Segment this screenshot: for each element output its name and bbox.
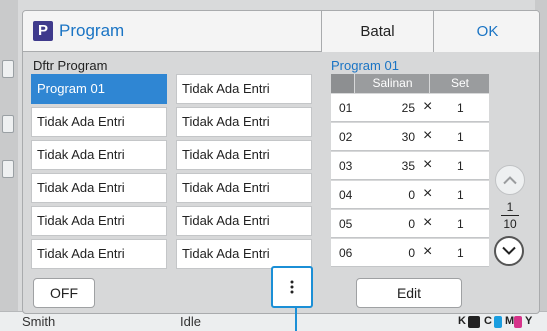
row-copies: 0 [408,188,415,202]
row-sets: 1 [457,101,464,115]
callout-pointer [295,307,297,331]
chevron-up-icon [503,176,517,185]
table-row: 06 0 × 1 [331,239,489,267]
status-user: Smith [22,314,56,329]
program-list-item[interactable]: Tidak Ada Entri [176,140,312,170]
program-list-item[interactable]: Tidak Ada Entri [176,74,312,104]
program-list-item[interactable]: Tidak Ada Entri [31,206,167,236]
program-list-item[interactable]: Tidak Ada Entri [31,173,167,203]
program-list: Program 01 Tidak Ada Entri Tidak Ada Ent… [31,74,312,270]
page-current: 1 [506,200,514,214]
row-sets: 1 [457,217,464,231]
row-number: 06 [339,246,353,260]
multiply-icon: × [423,185,433,202]
ink-level-k [468,316,480,328]
program-list-label: Dftr Program [33,58,108,73]
row-copies: 25 [401,101,415,115]
page-up-button[interactable] [495,165,525,195]
background-icon [2,115,14,133]
row-sets: 1 [457,246,464,260]
program-list-item[interactable]: Tidak Ada Entri [31,239,167,269]
row-sets: 1 [457,159,464,173]
ink-label-c: C [484,315,492,327]
row-number: 04 [339,188,353,202]
status-bar: Smith Idle K C M Y [0,311,547,331]
edit-button[interactable]: Edit [356,278,462,308]
program-list-item[interactable]: Program 01 [31,74,167,104]
row-copies: 0 [408,217,415,231]
program-dialog: P Program Batal OK Dftr Program Program … [22,10,540,314]
program-list-item[interactable]: Tidak Ada Entri [31,140,167,170]
ink-label-y: Y [525,315,533,327]
program-p-icon: P [33,21,53,41]
ink-level-m [514,316,522,328]
table-row: 02 30 × 1 [331,123,489,151]
multiply-icon: × [423,243,433,260]
ink-label-m: M [505,315,515,327]
table-row: 01 25 × 1 [331,94,489,122]
background-icon [2,60,14,78]
vertical-ellipsis-icon [290,279,294,296]
row-sets: 1 [457,130,464,144]
multiply-icon: × [423,156,433,173]
chevron-down-icon [502,246,516,255]
row-copies: 35 [401,159,415,173]
row-sets: 1 [457,188,464,202]
background-icon [2,160,14,178]
off-button[interactable]: OFF [33,278,95,308]
table-header-num [331,74,355,93]
program-list-item[interactable]: Tidak Ada Entri [176,107,312,137]
background-left-strip [0,0,18,331]
status-state: Idle [180,314,201,329]
row-number: 01 [339,101,353,115]
table-header-copies: Salinan [356,74,430,93]
program-detail-title: Program 01 [331,58,399,73]
table-row: 05 0 × 1 [331,210,489,238]
ink-level-c [494,316,502,328]
table-header-sets: Set [450,76,469,90]
table-header: Salinan Set [331,74,489,93]
row-copies: 30 [401,130,415,144]
program-list-item[interactable]: Tidak Ada Entri [31,107,167,137]
row-copies: 0 [408,246,415,260]
multiply-icon: × [423,127,433,144]
dialog-title: Program [59,21,125,40]
page-total: 10 [503,217,517,231]
page-divider [501,215,519,216]
row-number: 03 [339,159,353,173]
multiply-icon: × [423,214,433,231]
table-row: 03 35 × 1 [331,152,489,180]
ink-label-k: K [458,315,466,327]
ok-button[interactable]: OK [433,11,539,52]
table-row: 04 0 × 1 [331,181,489,209]
row-number: 05 [339,217,353,231]
multiply-icon: × [423,98,433,115]
program-list-item[interactable]: Tidak Ada Entri [176,206,312,236]
page-down-button[interactable] [494,236,524,266]
cancel-button[interactable]: Batal [321,11,433,52]
row-number: 02 [339,130,353,144]
dialog-titlebar: P Program Batal OK [23,11,539,52]
more-menu-button[interactable] [271,266,313,308]
program-list-item[interactable]: Tidak Ada Entri [176,239,312,269]
program-list-item[interactable]: Tidak Ada Entri [176,173,312,203]
